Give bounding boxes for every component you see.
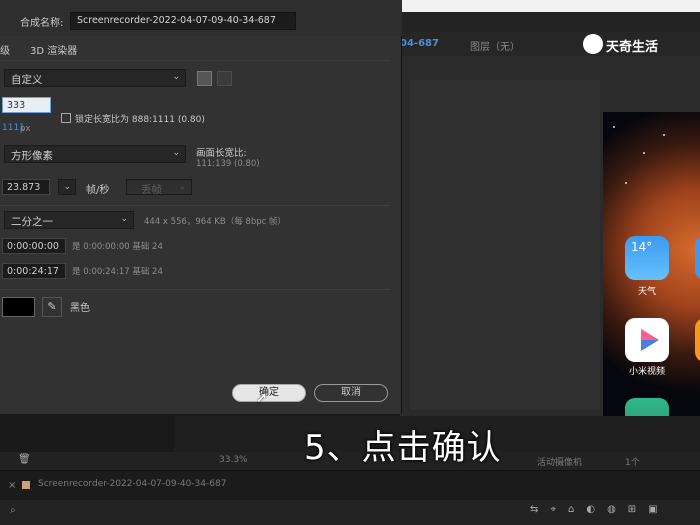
- frame-rate-unit: 帧/秒: [86, 185, 110, 196]
- frame-rate-dropdown[interactable]: ⌄: [58, 179, 76, 195]
- trash-icon[interactable]: 🗑: [18, 454, 31, 465]
- resolution-value: 二分之一: [11, 216, 53, 228]
- viewer-canvas: [410, 80, 600, 410]
- tab-3d-renderer[interactable]: 3D 渲染器: [30, 42, 77, 57]
- dialog-header: 合成名称: Screenrecorder-2022-04-07-09-40-34…: [0, 0, 402, 36]
- frame-aspect-value: 111:139 (0.80): [196, 159, 260, 169]
- background-color-swatch[interactable]: [2, 297, 35, 317]
- video-caption: 5、点击确认: [304, 428, 502, 468]
- start-timecode-info: 是 0:00:00:00 基础 24: [72, 242, 163, 252]
- dialog-tabs: 级 3D 渲染器: [0, 38, 402, 60]
- resolution-dropdown[interactable]: 二分之一 ⌄: [4, 211, 134, 229]
- divider: [0, 205, 390, 206]
- comp-name-label: 合成名称:: [20, 18, 64, 29]
- ok-button[interactable]: 确定: [232, 384, 306, 402]
- tab-advanced[interactable]: 级: [0, 42, 10, 57]
- chevron-down-icon: ⌄: [120, 214, 128, 224]
- mi-video-app-icon: [625, 318, 669, 362]
- lock-aspect-label: 锁定长宽比为 888:1111 (0.80): [75, 115, 205, 125]
- tab-composition[interactable]: 04-687: [400, 38, 439, 49]
- views-dropdown[interactable]: 1个: [625, 455, 640, 468]
- comp-color-swatch: [22, 481, 30, 489]
- height-unit: px: [20, 124, 31, 134]
- pixel-aspect-dropdown[interactable]: 方形像素 ⌄: [4, 145, 186, 163]
- chevron-down-icon: ⌄: [172, 72, 180, 82]
- chevron-down-icon: ⌄: [178, 182, 186, 192]
- preset-dropdown[interactable]: 自定义 ⌄: [4, 69, 186, 87]
- drop-frame-value: 丢帧: [141, 184, 162, 196]
- weather-app-label: 天气: [637, 287, 656, 297]
- drop-frame-dropdown: 丢帧 ⌄: [126, 179, 192, 196]
- timeline-tabs: × Screenrecorder-2022-04-07-09-40-34-687: [0, 470, 700, 500]
- timeline-tab-name[interactable]: Screenrecorder-2022-04-07-09-40-34-687: [38, 479, 226, 489]
- frame-rate-input[interactable]: 23.873: [2, 179, 50, 195]
- comp-name-input[interactable]: Screenrecorder-2022-04-07-09-40-34-687: [70, 12, 296, 30]
- divider: [0, 289, 390, 290]
- phone-screen-preview: 14° 天气 小米视频: [603, 112, 700, 417]
- camera-dropdown[interactable]: 活动摄像机: [537, 455, 582, 468]
- tab-layer[interactable]: 图层（无）: [470, 38, 520, 53]
- toolbar-icons[interactable]: ⇆⌖⌂◐◍⊞▣: [530, 504, 670, 515]
- start-timecode-input[interactable]: 0:00:00:00: [2, 238, 66, 254]
- lock-aspect-checkbox[interactable]: [61, 113, 71, 123]
- app-icon-right-1: [695, 236, 700, 280]
- viewer-toolbar: [400, 12, 700, 32]
- mouse-cursor-icon: ➚: [256, 390, 268, 406]
- watermark: 天奇生活: [606, 40, 659, 55]
- timeline-toolbar: ⌕ ⇆⌖⌂◐◍⊞▣: [0, 500, 700, 525]
- cancel-button[interactable]: 取消: [314, 384, 388, 402]
- search-icon[interactable]: ⌕: [10, 505, 16, 516]
- zoom-level[interactable]: 33.3%: [219, 455, 248, 465]
- duration-input[interactable]: 0:00:24:17: [2, 263, 66, 279]
- pixel-aspect-value: 方形像素: [11, 150, 53, 162]
- close-tab-icon[interactable]: ×: [8, 480, 16, 491]
- composition-settings-dialog: 合成名称: Screenrecorder-2022-04-07-09-40-34…: [0, 0, 402, 414]
- app-icon-right-2: [695, 318, 700, 362]
- viewer-top-strip: [400, 0, 700, 12]
- background-color-name: 黑色: [70, 303, 90, 314]
- eyedropper-icon[interactable]: ✎: [42, 297, 62, 317]
- frame-aspect-label: 画面长宽比:: [196, 148, 247, 159]
- resolution-info: 444 x 556，964 KB（每 8bpc 帧）: [144, 217, 286, 227]
- app-icon-partial: [625, 398, 669, 417]
- mi-video-app-label: 小米视频: [628, 367, 665, 377]
- chevron-down-icon: ⌄: [63, 182, 71, 192]
- watermark-logo-icon: [583, 34, 603, 54]
- save-preset-icon[interactable]: [197, 71, 212, 86]
- project-panel-footer: 🗑: [0, 452, 175, 470]
- delete-preset-icon: [217, 71, 232, 86]
- weather-app-icon: 14°: [625, 236, 669, 280]
- basic-settings-panel: 自定义 ⌄ 333 锁定长宽比为 888:1111 (0.80) 1111 px…: [0, 60, 390, 378]
- chevron-down-icon: ⌄: [172, 148, 180, 158]
- duration-info: 是 0:00:24:17 基础 24: [72, 267, 163, 277]
- preset-value: 自定义: [11, 74, 43, 86]
- width-input[interactable]: 333: [2, 97, 51, 113]
